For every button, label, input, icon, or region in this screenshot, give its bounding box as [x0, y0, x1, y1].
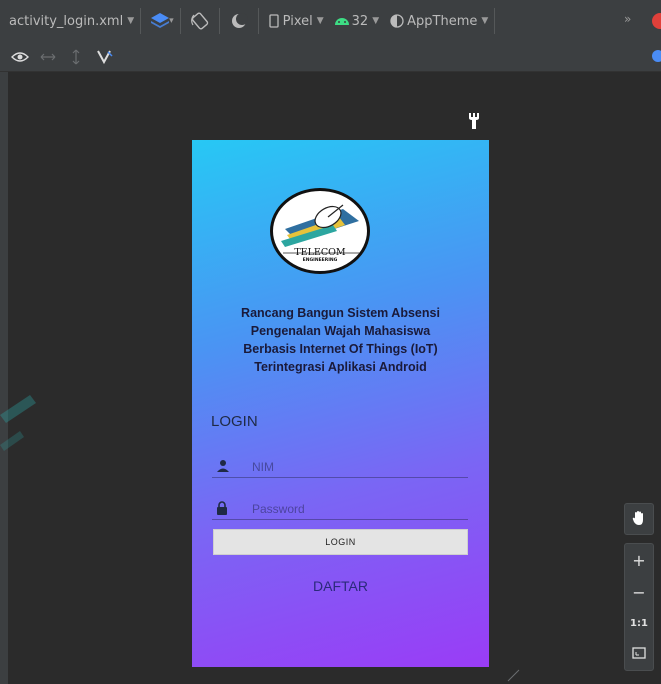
nim-field[interactable] — [212, 456, 468, 478]
login-heading: LOGIN — [211, 413, 258, 430]
app-title-line: Berbasis Internet Of Things (IoT) — [243, 342, 438, 356]
zoom-out-button[interactable]: − — [625, 576, 653, 608]
theme-selector[interactable]: AppTheme ▼ — [387, 0, 488, 42]
logo-sub-text: ENGINEERING — [302, 258, 338, 263]
toolbar-divider — [494, 8, 496, 34]
decorative-accent — [0, 395, 36, 451]
pan-panel — [624, 503, 654, 535]
zoom-panel: + − 1:1 — [624, 543, 654, 671]
phone-preview[interactable]: TELECOM ENGINEERING Rancang Bangun Siste… — [192, 140, 489, 667]
canvas-left-gutter — [0, 72, 8, 684]
pan-hand-icon[interactable] — [625, 504, 653, 532]
toolbar-divider — [257, 8, 259, 34]
chevron-down-icon: ▾ — [169, 16, 174, 26]
phone-icon — [265, 8, 283, 34]
app-title-line: Rancang Bangun Sistem Absensi — [241, 306, 440, 320]
horizontal-constraint-icon[interactable] — [36, 45, 60, 69]
zoom-to-fit-icon[interactable] — [625, 638, 653, 668]
theme-icon — [387, 8, 407, 34]
layout-editor-toolbar: activity_login.xml ▼ ▾ Pixel ▼ 32 ▼ AppT… — [0, 0, 661, 42]
api-level-selector[interactable]: 32 ▼ — [332, 0, 379, 42]
telecom-logo: TELECOM ENGINEERING — [270, 188, 370, 274]
toolbar-overflow-button[interactable]: » — [624, 12, 631, 26]
toolbar-divider — [218, 8, 220, 34]
api-level: 32 — [351, 13, 369, 29]
logo-main-text: TELECOM — [294, 247, 346, 258]
zoom-in-button[interactable]: + — [625, 544, 653, 576]
person-icon — [216, 459, 232, 475]
file-name: activity_login.xml — [9, 13, 124, 29]
chevron-down-icon: ▼ — [127, 16, 135, 26]
night-mode-icon[interactable] — [226, 8, 252, 34]
resize-handle-icon[interactable] — [506, 668, 520, 682]
wrench-icon[interactable] — [467, 112, 481, 130]
clear-constraints-icon[interactable] — [92, 45, 116, 69]
error-badge-icon[interactable] — [652, 13, 661, 29]
app-title-line: Pengenalan Wajah Mahasiswa — [250, 324, 431, 338]
toolbar-divider — [140, 8, 142, 34]
chevron-down-icon: ▼ — [481, 16, 489, 26]
canvas-toolbar — [0, 42, 661, 72]
chevron-down-icon: ▼ — [316, 16, 324, 26]
file-selector[interactable]: activity_login.xml ▼ — [9, 0, 134, 42]
eye-icon[interactable] — [8, 45, 32, 69]
password-input[interactable] — [252, 501, 452, 516]
theme-name: AppTheme — [407, 13, 478, 29]
device-selector[interactable]: Pixel ▼ — [265, 0, 324, 42]
app-title: Rancang Bangun Sistem Absensi Pengenalan… — [212, 304, 469, 376]
zoom-actual-size-button[interactable]: 1:1 — [625, 608, 653, 638]
vertical-constraint-icon[interactable] — [64, 45, 88, 69]
device-name: Pixel — [282, 13, 313, 29]
rotate-icon[interactable] — [187, 8, 213, 34]
lock-icon — [216, 500, 232, 517]
register-link[interactable]: DAFTAR — [192, 578, 489, 594]
login-button[interactable]: LOGIN — [213, 529, 468, 555]
chevron-down-icon: ▼ — [372, 16, 380, 26]
password-field[interactable] — [212, 498, 468, 520]
status-dot-icon — [652, 50, 661, 62]
toolbar-divider — [179, 8, 181, 34]
nim-input[interactable] — [252, 459, 452, 474]
android-icon — [332, 8, 352, 34]
app-title-line: Terintegrasi Aplikasi Android — [254, 360, 427, 374]
